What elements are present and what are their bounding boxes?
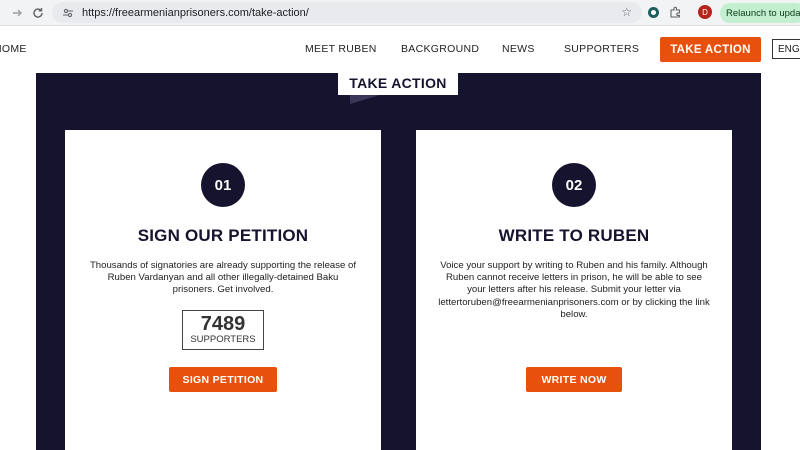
card-description: Voice your support by writing to Ruben a… xyxy=(438,260,710,320)
section-tag-shadow xyxy=(350,95,380,104)
nav-meet-ruben[interactable]: MEET RUBEN xyxy=(305,43,377,55)
forward-icon[interactable] xyxy=(8,4,26,22)
supporters-counter: 7489 SUPPORTERS xyxy=(182,310,264,350)
reload-icon[interactable] xyxy=(29,4,47,22)
nav-news[interactable]: NEWS xyxy=(502,43,535,55)
take-action-button[interactable]: TAKE ACTION xyxy=(660,37,761,62)
card-title: SIGN OUR PETITION xyxy=(137,226,309,245)
section-title: TAKE ACTION xyxy=(338,70,458,95)
site-settings-icon[interactable] xyxy=(61,6,75,20)
card-title: WRITE TO RUBEN xyxy=(498,226,650,245)
step-number: 01 xyxy=(201,163,245,207)
extension-icon[interactable] xyxy=(646,5,660,19)
petition-card: 01 SIGN OUR PETITION Thousands of signat… xyxy=(65,130,381,450)
site-header: HOME MEET RUBEN BACKGROUND NEWS SUPPORTE… xyxy=(0,27,800,73)
card-description: Thousands of signatories are already sup… xyxy=(89,260,357,296)
extensions-puzzle-icon[interactable] xyxy=(668,5,682,19)
nav-home[interactable]: HOME xyxy=(0,43,27,55)
write-now-button[interactable]: WRITE NOW xyxy=(526,367,622,392)
relaunch-button[interactable]: Relaunch to update xyxy=(720,3,800,23)
language-selector[interactable]: ENG xyxy=(772,39,800,59)
url-text: https://freearmenianprisoners.com/take-a… xyxy=(82,6,309,19)
nav-supporters[interactable]: SUPPORTERS xyxy=(564,43,639,55)
write-letter-card: 02 WRITE TO RUBEN Voice your support by … xyxy=(416,130,732,450)
bookmark-star-icon[interactable]: ☆ xyxy=(621,5,632,19)
profile-avatar[interactable]: D xyxy=(698,5,712,19)
supporters-count: 7489 xyxy=(200,313,246,335)
supporters-label: SUPPORTERS xyxy=(190,334,256,345)
browser-toolbar: https://freearmenianprisoners.com/take-a… xyxy=(0,0,800,26)
address-bar[interactable]: https://freearmenianprisoners.com/take-a… xyxy=(52,2,642,23)
sign-petition-button[interactable]: SIGN PETITION xyxy=(169,367,277,392)
step-number: 02 xyxy=(552,163,596,207)
nav-background[interactable]: BACKGROUND xyxy=(401,43,479,55)
